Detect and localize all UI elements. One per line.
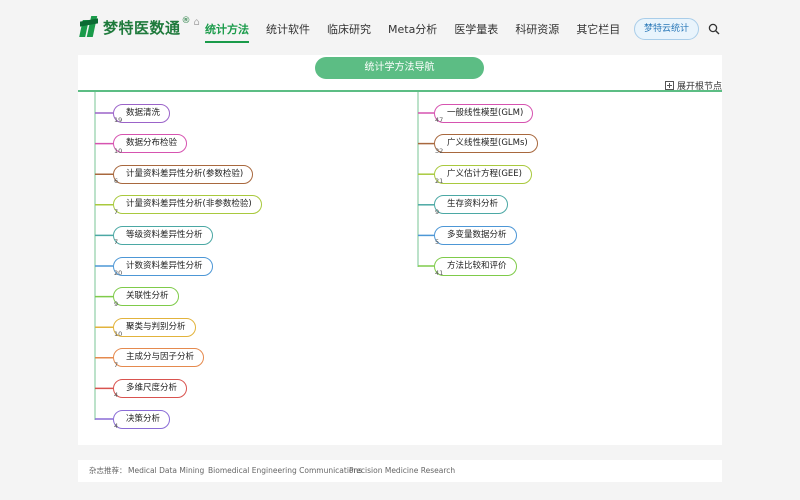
right-node[interactable]: 方法比较和评价	[434, 256, 517, 276]
journal-link-medical-data-mining[interactable]: Medical Data Mining	[128, 460, 204, 482]
expand-icon	[664, 81, 674, 90]
left-node-count: 7	[114, 238, 119, 247]
left-node-count: 7	[114, 207, 119, 216]
right-node[interactable]: 广义估计方程(GEE)	[434, 164, 532, 184]
left-node-count: 10	[114, 146, 123, 155]
left-node[interactable]: 聚类与判别分析	[113, 317, 196, 337]
left-node[interactable]: 等级资料差异性分析	[113, 225, 213, 245]
right-node-label: 一般线性模型(GLM)	[447, 107, 524, 118]
right-node-label: 生存资料分析	[447, 199, 499, 210]
right-node-count: 5	[435, 238, 440, 247]
right-node-label: 多变量数据分析	[447, 229, 507, 240]
method-nav-panel: 统计学方法导航 展开根节点 数据清洗 19 数据分布检验 10 计量资料差异性分析(参数…	[78, 55, 722, 445]
left-node-label: 多维尺度分析	[126, 382, 178, 393]
journal-link-biomedical-engineering[interactable]: Biomedical Engineering Communications	[208, 460, 362, 482]
left-node[interactable]: 关联性分析	[113, 287, 179, 307]
right-node-label: 方法比较和评价	[447, 260, 507, 271]
root-line	[78, 90, 722, 92]
cloud-stats-button[interactable]: 梦特云统计	[634, 18, 699, 40]
left-node[interactable]: 主成分与因子分析	[113, 348, 205, 368]
left-node-label: 计数资料差异性分析	[126, 260, 203, 271]
expand-root-button[interactable]: 展开根节点	[664, 79, 722, 92]
right-node[interactable]: 一般线性模型(GLM)	[434, 103, 534, 123]
left-node-count: 7	[114, 360, 119, 369]
left-node[interactable]: 计量资料差异性分析(非参数检验)	[113, 195, 262, 215]
left-node-label: 聚类与判别分析	[126, 321, 186, 332]
search-icon[interactable]	[708, 23, 720, 35]
nav-item-stat-software[interactable]: 统计软件	[266, 21, 310, 37]
main-nav: 统计方法 统计软件 临床研究 Meta分析 医学量表 科研资源 其它栏目	[205, 21, 637, 43]
expand-root-label: 展开根节点	[676, 82, 722, 92]
left-node[interactable]: 决策分析	[113, 409, 171, 429]
left-node-count: 4	[114, 391, 119, 400]
left-node-label: 计量资料差异性分析(非参数检验)	[126, 199, 252, 210]
site-logo[interactable]: 梦特医数通 ® ⌂	[79, 16, 200, 38]
left-node-count: 9	[114, 299, 119, 308]
home-icon[interactable]: ⌂	[194, 17, 200, 28]
right-node-count: 32	[435, 146, 444, 155]
right-node-label: 广义估计方程(GEE)	[447, 168, 522, 179]
right-node-label: 广义线性模型(GLMs)	[447, 138, 528, 149]
nav-item-stat-methods[interactable]: 统计方法	[205, 21, 249, 43]
left-node-label: 关联性分析	[126, 291, 169, 302]
nav-item-meta-analysis[interactable]: Meta分析	[388, 21, 437, 37]
left-node[interactable]: 数据分布检验	[113, 134, 188, 154]
registered-mark: ®	[181, 16, 191, 26]
site-header: 梦特医数通 ® ⌂ 统计方法 统计软件 临床研究 Meta分析 医学量表 科研资…	[0, 0, 800, 55]
nav-item-medical-scales[interactable]: 医学量表	[454, 21, 498, 37]
right-node-count: 9	[435, 207, 440, 216]
footer-label: 杂志推荐：	[89, 466, 127, 475]
left-node-count: 6	[114, 177, 119, 186]
right-node-count: 47	[435, 116, 444, 124]
nav-item-clinical-research[interactable]: 临床研究	[327, 21, 371, 37]
left-node-count: 19	[114, 116, 123, 124]
nav-item-other-columns[interactable]: 其它栏目	[576, 21, 620, 37]
left-node-count: 20	[114, 269, 123, 277]
journal-link-precision-medicine[interactable]: Precision Medicine Research	[349, 460, 455, 482]
left-node-count: 10	[114, 330, 123, 339]
left-node[interactable]: 多维尺度分析	[113, 378, 188, 398]
logo-mark-icon	[79, 16, 100, 38]
left-node-label: 计量资料差异性分析(参数检验)	[126, 168, 244, 179]
left-node-label: 决策分析	[126, 413, 161, 424]
right-node[interactable]: 生存资料分析	[434, 195, 509, 215]
panel-title[interactable]: 统计学方法导航	[315, 57, 484, 79]
right-node[interactable]: 广义线性模型(GLMs)	[434, 134, 538, 154]
brand-name: 梦特医数通	[103, 18, 181, 37]
left-node-label: 主成分与因子分析	[126, 352, 195, 363]
right-node-count: 41	[435, 269, 444, 277]
left-node[interactable]: 计数资料差异性分析	[113, 256, 213, 276]
left-node[interactable]: 计量资料差异性分析(参数检验)	[113, 164, 254, 184]
journal-footer: 杂志推荐： Medical Data Mining Biomedical Eng…	[78, 460, 722, 482]
left-node-count: 4	[114, 422, 119, 430]
nav-item-research-resources[interactable]: 科研资源	[515, 21, 559, 37]
right-node-count: 21	[435, 177, 444, 186]
right-node[interactable]: 多变量数据分析	[434, 225, 517, 245]
left-node-label: 等级资料差异性分析	[126, 229, 203, 240]
left-node-label: 数据分布检验	[126, 138, 178, 149]
left-node-label: 数据清洗	[126, 107, 161, 118]
